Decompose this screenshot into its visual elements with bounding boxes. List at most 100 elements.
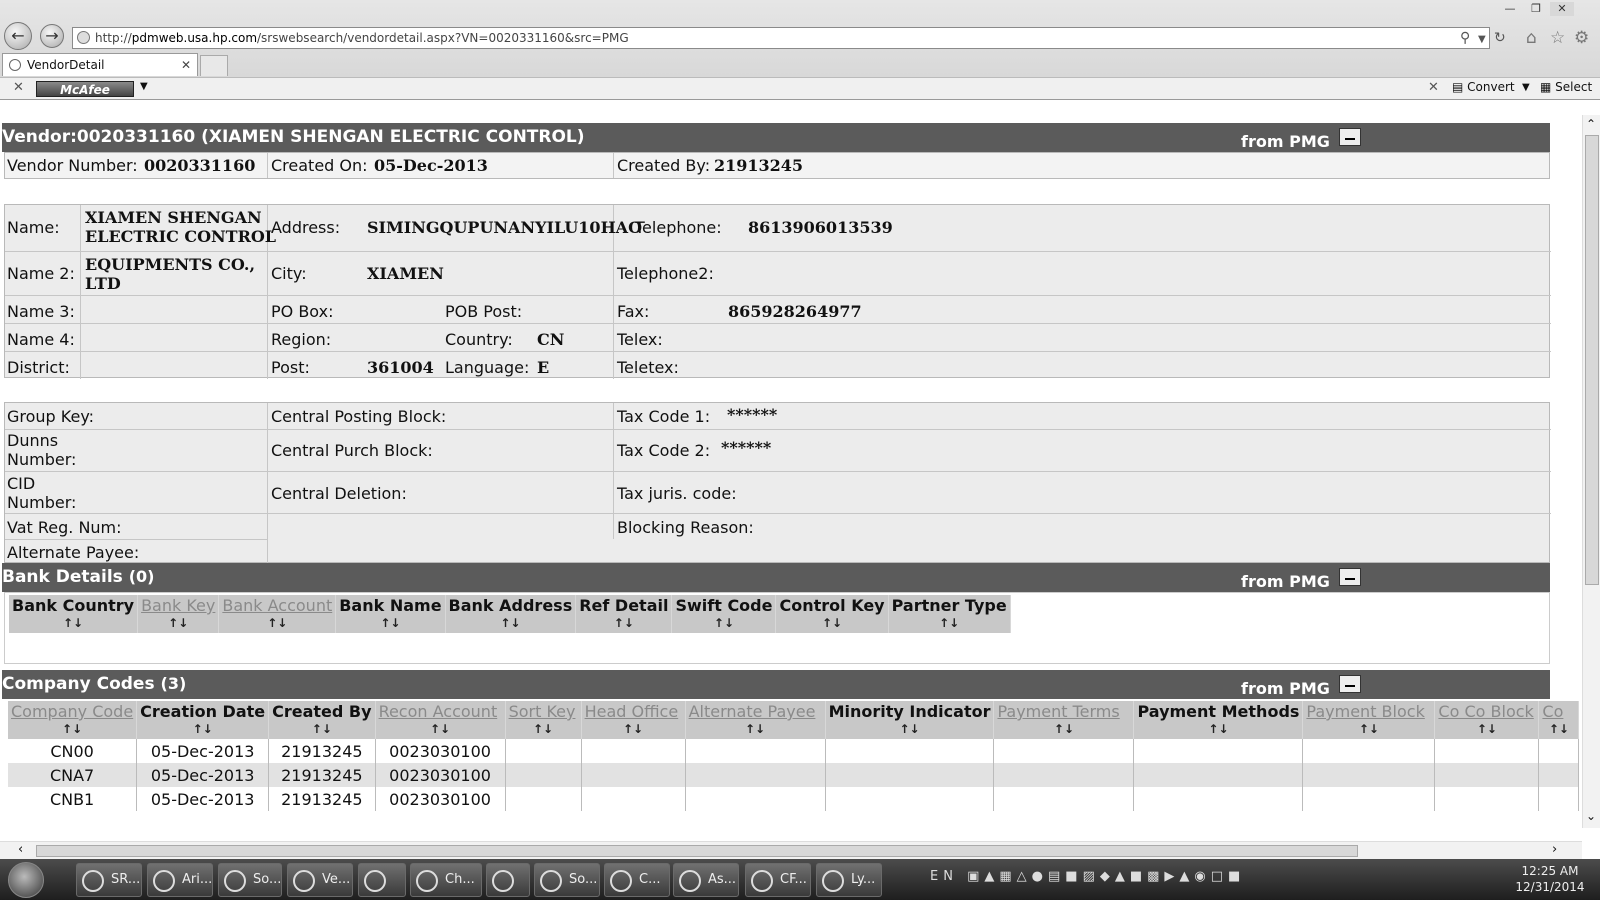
company-col-label[interactable]: Alternate Payee <box>689 702 816 721</box>
sort-arrows-icon[interactable]: ↑↓ <box>11 723 133 735</box>
back-button[interactable]: ← <box>4 22 32 50</box>
refresh-icon[interactable]: ↻ <box>1494 30 1506 46</box>
restore-window-button[interactable]: ❐ <box>1524 2 1548 16</box>
sort-arrows-icon[interactable]: ↑↓ <box>339 617 441 629</box>
company-col-payment-block[interactable]: Payment Block ↑↓ <box>1302 701 1436 739</box>
company-col-label[interactable]: Co Co Block <box>1438 702 1533 721</box>
dropdown-arrow-icon[interactable]: ▼ <box>1478 34 1486 45</box>
sort-arrows-icon[interactable]: ↑↓ <box>379 723 502 735</box>
scroll-down-icon[interactable]: ⌄ <box>1586 809 1596 823</box>
settings-gear-icon[interactable]: ⚙ <box>1574 28 1589 48</box>
taskbar-button[interactable]: So... <box>218 863 282 897</box>
bank-col-bank-account[interactable]: Bank Account ↑↓ <box>218 595 337 633</box>
taskbar-button[interactable]: CF... <box>745 863 811 897</box>
close-toolbar-icon[interactable]: ✕ <box>13 80 24 95</box>
company-col-sort-key[interactable]: Sort Key ↑↓ <box>505 701 582 739</box>
company-col-label[interactable]: Co <box>1542 702 1563 721</box>
taskbar-button[interactable] <box>486 863 530 897</box>
sort-arrows-icon[interactable]: ↑↓ <box>829 723 991 735</box>
mcafee-dropdown-icon[interactable]: ▼ <box>140 81 148 92</box>
scroll-left-icon[interactable]: ‹ <box>18 842 23 857</box>
sort-arrows-icon[interactable]: ↑↓ <box>141 617 215 629</box>
start-button[interactable] <box>8 862 44 898</box>
collapse-bank-button[interactable] <box>1339 568 1361 586</box>
favorites-star-icon[interactable]: ☆ <box>1550 28 1565 48</box>
sort-arrows-icon[interactable]: ↑↓ <box>689 723 822 735</box>
taskbar-app-icon <box>540 870 562 892</box>
taskbar-button[interactable]: C... <box>604 863 670 897</box>
taskbar-button[interactable]: Ari... <box>147 863 213 897</box>
collapse-company-button[interactable] <box>1339 675 1361 693</box>
sort-arrows-icon[interactable]: ↑↓ <box>272 723 371 735</box>
sort-arrows-icon[interactable]: ↑↓ <box>675 617 772 629</box>
company-col-label[interactable]: Sort Key <box>509 702 576 721</box>
sort-arrows-icon[interactable]: ↑↓ <box>1438 723 1535 735</box>
clock[interactable]: 12:25 AM 12/31/2014 <box>1508 863 1592 895</box>
horizontal-scroll-thumb[interactable] <box>36 845 1358 857</box>
bank-col-label[interactable]: Bank Key <box>141 596 215 615</box>
tray-icons[interactable]: ▣▲▦△●▤■▨◆▲■▩▶▲◉□■ <box>967 869 1245 884</box>
company-col-recon-account[interactable]: Recon Account ↑↓ <box>375 701 506 739</box>
company-col-co-co-block[interactable]: Co Co Block ↑↓ <box>1434 701 1540 739</box>
taskbar-button[interactable]: Ve... <box>287 863 353 897</box>
taskbar-button[interactable]: SR... <box>76 863 142 897</box>
close-window-button[interactable]: ✕ <box>1550 2 1574 16</box>
bank-col-label[interactable]: Bank Account <box>222 596 332 615</box>
taskbar-button[interactable] <box>358 863 406 897</box>
cell-creation-date: 05-Dec-2013 <box>136 739 270 763</box>
company-col-label[interactable]: Head Office <box>585 702 679 721</box>
convert-button[interactable]: ▤ Convert <box>1452 80 1515 94</box>
sort-arrows-icon[interactable]: ↑↓ <box>579 617 668 629</box>
company-col-co[interactable]: Co ↑↓ <box>1538 701 1580 739</box>
search-icon[interactable]: ⚲ <box>1460 30 1470 46</box>
sort-arrows-icon[interactable]: ↑↓ <box>892 617 1007 629</box>
company-col-company-code[interactable]: Company Code ↑↓ <box>8 701 138 739</box>
sort-arrows-icon[interactable]: ↑↓ <box>585 723 682 735</box>
company-col-label[interactable]: Recon Account <box>379 702 498 721</box>
new-tab-button[interactable] <box>200 55 228 76</box>
company-col-label[interactable]: Payment Terms <box>997 702 1119 721</box>
sort-arrows-icon[interactable]: ↑↓ <box>779 617 884 629</box>
taskbar-button[interactable]: Ly... <box>816 863 882 897</box>
sort-arrows-icon[interactable]: ↑↓ <box>1306 723 1431 735</box>
sort-arrows-icon[interactable]: ↑↓ <box>12 617 134 629</box>
collapse-vendor-button[interactable] <box>1339 128 1361 146</box>
cell-head-office <box>581 787 686 811</box>
scroll-right-icon[interactable]: › <box>1552 842 1557 857</box>
sort-arrows-icon[interactable]: ↑↓ <box>1137 723 1299 735</box>
company-col-head-office[interactable]: Head Office ↑↓ <box>581 701 686 739</box>
home-icon[interactable]: ⌂ <box>1526 28 1537 48</box>
scroll-up-icon[interactable]: ⌃ <box>1586 117 1596 131</box>
company-col-label[interactable]: Payment Block <box>1306 702 1424 721</box>
horizontal-scrollbar[interactable]: ‹ › <box>0 841 1582 859</box>
company-col-created-by: Created By ↑↓ <box>268 701 376 739</box>
sort-arrows-icon[interactable]: ↑↓ <box>997 723 1130 735</box>
close-convert-toolbar-icon[interactable]: ✕ <box>1428 80 1439 95</box>
sort-arrows-icon[interactable]: ↑↓ <box>449 617 573 629</box>
company-col-label[interactable]: Company Code <box>11 702 133 721</box>
address-bar[interactable]: http://pdmweb.usa.hp.com/srswebsearch/ve… <box>72 27 1490 49</box>
vertical-scrollbar[interactable]: ⌃ ⌄ <box>1582 115 1600 828</box>
taskbar-button-label: SR... <box>111 872 141 887</box>
sort-arrows-icon[interactable]: ↑↓ <box>140 723 265 735</box>
taskbar-button[interactable]: Ch... <box>410 863 482 897</box>
forward-button[interactable]: → <box>40 24 64 48</box>
minimize-window-button[interactable]: — <box>1498 2 1522 16</box>
company-col-alternate-payee[interactable]: Alternate Payee ↑↓ <box>685 701 826 739</box>
sort-arrows-icon[interactable]: ↑↓ <box>1542 723 1575 735</box>
language-indicator[interactable]: EN <box>930 869 958 884</box>
select-button[interactable]: ▦ Select <box>1540 80 1592 94</box>
company-col-payment-terms[interactable]: Payment Terms ↑↓ <box>993 701 1135 739</box>
convert-dropdown-icon[interactable]: ▼ <box>1522 82 1530 93</box>
taskbar-button[interactable]: As... <box>673 863 739 897</box>
vertical-scroll-thumb[interactable] <box>1585 135 1599 585</box>
taskbar-button[interactable]: So... <box>534 863 600 897</box>
name4-label: Name 4: <box>7 330 75 349</box>
bank-col-bank-key[interactable]: Bank Key ↑↓ <box>137 595 220 633</box>
sort-arrows-icon[interactable]: ↑↓ <box>222 617 332 629</box>
mcafee-button[interactable]: McAfee <box>36 81 134 97</box>
name-label: Name: <box>7 218 60 237</box>
close-tab-icon[interactable]: ✕ <box>181 54 191 76</box>
sort-arrows-icon[interactable]: ↑↓ <box>509 723 578 735</box>
tab-vendordetail[interactable]: VendorDetail ✕ <box>2 53 198 76</box>
